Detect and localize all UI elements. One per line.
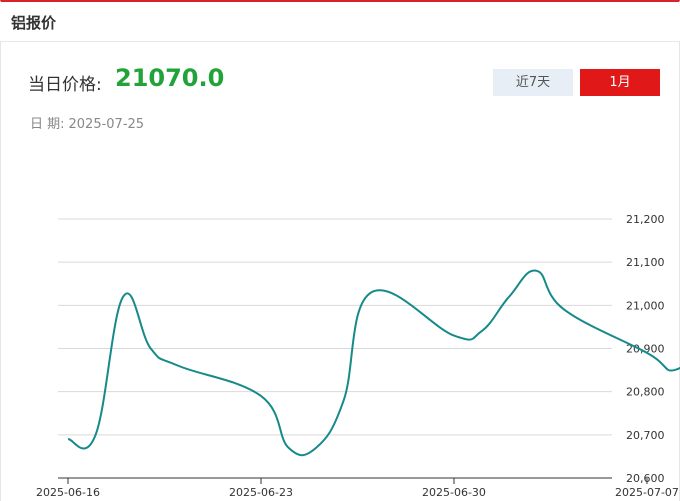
- x-tick-label: 2025-07-07: [615, 486, 679, 499]
- data-point: [480, 329, 484, 333]
- x-tick-label: 2025-06-16: [36, 486, 100, 499]
- data-point: [645, 351, 649, 355]
- x-tick-label: 2025-06-23: [229, 486, 293, 499]
- data-point: [452, 334, 456, 338]
- data-point: [507, 295, 511, 299]
- data-point: [535, 269, 539, 273]
- data-point: [259, 394, 263, 398]
- series-line: [67, 269, 680, 457]
- x-tick-label: 2025-06-30: [422, 486, 486, 499]
- y-tick-label: 20,700: [626, 429, 665, 442]
- y-axis-labels: 20,60020,70020,80020,90021,00021,10021,2…: [626, 213, 665, 485]
- data-point: [176, 364, 180, 368]
- price-chart: 20,60020,70020,80020,90021,00021,10021,2…: [36, 213, 680, 499]
- data-point: [562, 308, 566, 312]
- y-tick-label: 20,600: [626, 472, 665, 485]
- y-tick-label: 21,100: [626, 256, 665, 269]
- data-point: [149, 347, 153, 351]
- y-tick-label: 21,000: [626, 299, 665, 312]
- data-points: [66, 217, 680, 450]
- data-point: [121, 295, 125, 299]
- data-point: [66, 437, 70, 441]
- data-point: [369, 290, 373, 294]
- y-tick-label: 20,800: [626, 386, 665, 399]
- series-line-layer: [67, 269, 680, 457]
- x-axis: 2025-06-16 2025-06-23 2025-06-30 2025-07-07…: [36, 477, 679, 499]
- data-point: [287, 446, 291, 450]
- data-point: [314, 446, 318, 450]
- y-tick-label: 21,200: [626, 213, 665, 226]
- data-point: [342, 398, 346, 402]
- data-point: [94, 433, 98, 437]
- data-point: [673, 368, 677, 372]
